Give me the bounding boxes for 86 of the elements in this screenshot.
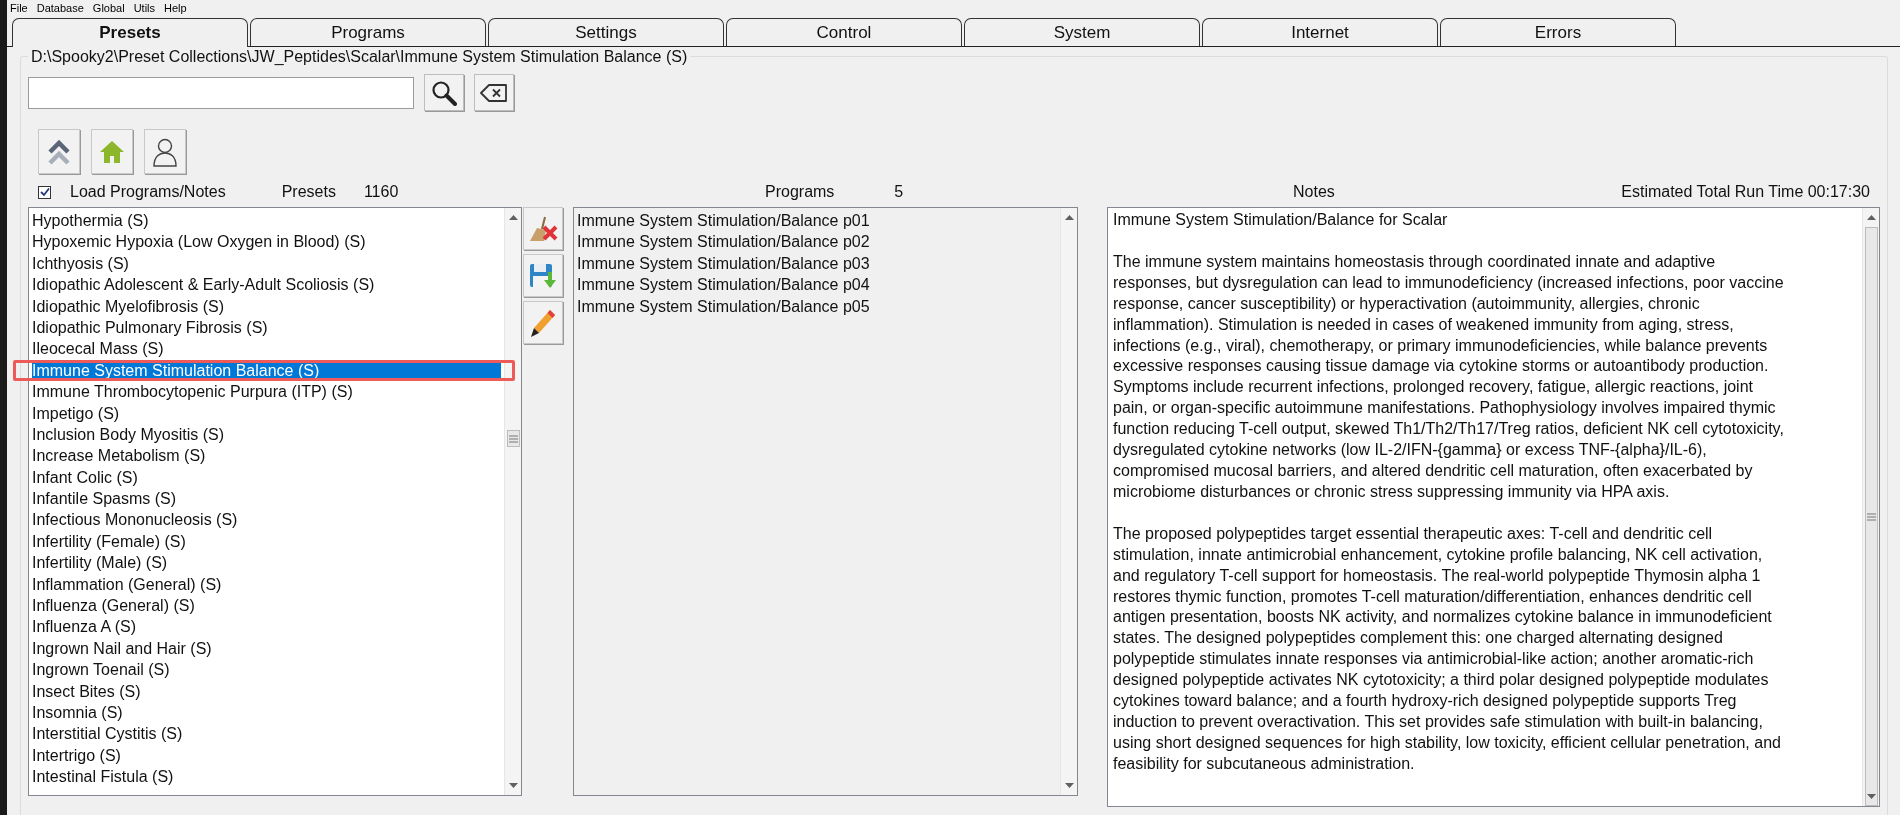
home-button[interactable] bbox=[91, 129, 133, 174]
scroll-thumb[interactable] bbox=[1864, 227, 1878, 806]
preset-item[interactable]: Impetigo (S) bbox=[32, 402, 501, 424]
program-item[interactable]: Immune System Stimulation/Balance p04 bbox=[577, 274, 1057, 296]
notes-paragraph: The proposed polypeptides target essential therapeutic axes: T-cell and dendritic cell stimulation, innate antimicrobial enhancement, cytokine profile balancing, NK cell activation, and regulatory T-cell support for homeostasis. The real-world polypeptide Thymosin alpha 1 restores thymic function, promotes T-cell maturation/differentiation, enhances dendritic cell antigen presentation, boosts NK activity, and normalizes cytokine balance in immunodeficient states. The designed polypeptides complement this: one charged alternating designed polypeptide stimulates innate responses via antimicrobial-like action; another aromatic-rich designed polypeptide activates NK cytotoxicity; a third polar designed polypeptide modulates cytokines toward balance; and a fourth hydroxy-rich designed polypeptide supports Treg induction to prevent overactivation. This set provides safe stimulation with built-in balancing, using short designed sequences for high stability, low toxicity, efficient cellular penetration, and feasibility for subcutaneous administration. bbox=[1113, 523, 1782, 774]
scroll-down-icon bbox=[1064, 783, 1074, 789]
preset-item[interactable]: Hypoxemic Hypoxia (Low Oxygen in Blood) (S) bbox=[32, 231, 501, 253]
floppy-arrow-icon bbox=[529, 261, 557, 290]
notes-paragraph: Immune System Stimulation/Balance for Scalar bbox=[1113, 210, 1449, 230]
notes-label: Notes bbox=[1293, 183, 1335, 201]
scroll-up-icon bbox=[1064, 214, 1074, 220]
preset-item[interactable]: Infertility (Female) (S) bbox=[32, 530, 501, 553]
tab[interactable]: Errors bbox=[1440, 18, 1676, 46]
preset-item[interactable]: Idiopathic Adolescent & Early-Adult Scoliosis (S) bbox=[32, 274, 501, 296]
menu-item[interactable]: Help bbox=[164, 1, 187, 14]
scrollbar[interactable] bbox=[1060, 208, 1077, 795]
tab[interactable]: System bbox=[964, 18, 1200, 46]
programs-label: Programs bbox=[765, 183, 835, 201]
scroll-down-icon bbox=[508, 783, 518, 789]
search-field[interactable] bbox=[28, 76, 414, 109]
person-icon bbox=[152, 136, 178, 167]
user-button[interactable] bbox=[144, 129, 186, 174]
notes-paragraph: The immune system maintains homeostasis through coordinated innate and adaptive responses, but dysregulation can lead to immunodeficiency (increased infections, poor vaccine response, cancer susceptibility) or hyperactivation (autoimmunity, allergies, chronic inflammation). Stimulation is needed in cases of weakened immunity from aging, stress, infections (e.g., viral), chemotherapy, or primary immunodeficiencies, while balance prevents excessive responses causing tissue damage via cytokine storms or autoantibody production. Symptoms include recurrent infections, prolonged recovery, fatigue, allergic reactions, joint pain, or organ-specific autoimmune manifestations. Pathophysiology involves impaired thymic function reducing T-cell output, skewed Th1/Th2/Th17/Treg ratios, deficient NK cell cytotoxicity, dysregulated cytokine networks (low IL-2/IFN-{gamma} or excess TNF-{alpha}/IL-6), compromised mucosal barriers, and altered dendritic cell maturation, often exacerbated by microbiome disturbances or chronic stress suppressing immunity via HPA axis. bbox=[1113, 251, 1785, 502]
menu-item[interactable]: Utils bbox=[133, 1, 155, 14]
preset-item[interactable]: Infantile Spasms (S) bbox=[32, 488, 501, 510]
preset-item[interactable]: Infant Colic (S) bbox=[32, 466, 501, 489]
presets-label: Presets bbox=[281, 183, 336, 201]
tab[interactable]: Internet bbox=[1202, 18, 1438, 46]
preset-item[interactable]: Ileocecal Mass (S) bbox=[32, 338, 501, 360]
checkbox-label: Load Programs/Notes bbox=[70, 183, 226, 201]
preset-item[interactable]: Influenza A (S) bbox=[32, 616, 501, 638]
search-icon bbox=[431, 79, 457, 106]
preset-item[interactable]: Immune Thrombocytopenic Purpura (ITP) (S) bbox=[32, 381, 501, 403]
preset-item[interactable]: Idiopathic Myelofibrosis (S) bbox=[32, 295, 501, 317]
preset-item[interactable]: Increase Metabolism (S) bbox=[32, 445, 501, 467]
scroll-up-icon bbox=[1866, 214, 1876, 220]
preset-item[interactable]: Insect Bites (S) bbox=[32, 680, 501, 702]
tab[interactable]: Settings bbox=[488, 18, 724, 46]
run-time: Estimated Total Run Time 00:17:30 bbox=[1621, 183, 1870, 201]
home-icon bbox=[99, 139, 125, 164]
search-button[interactable] bbox=[424, 74, 464, 111]
grip-icon bbox=[508, 434, 518, 443]
preset-item[interactable]: Inflammation (General) (S) bbox=[32, 573, 501, 596]
preset-item[interactable]: Hypothermia (S) bbox=[32, 210, 501, 232]
edit-button[interactable] bbox=[523, 301, 563, 344]
clear-list-button[interactable] bbox=[523, 207, 563, 250]
program-item[interactable]: Immune System Stimulation/Balance p05 bbox=[577, 295, 1057, 317]
tab[interactable]: Programs bbox=[250, 18, 486, 46]
tab[interactable]: Control bbox=[726, 18, 962, 46]
preset-item[interactable]: Interstitial Cystitis (S) bbox=[32, 723, 501, 745]
program-item[interactable]: Immune System Stimulation/Balance p03 bbox=[577, 252, 1057, 275]
preset-item[interactable]: Intertrigo (S) bbox=[32, 744, 501, 767]
preset-item[interactable]: Intestinal Fistula (S) bbox=[32, 766, 501, 788]
scrollbar[interactable] bbox=[504, 208, 521, 795]
preset-item[interactable]: Ichthyosis (S) bbox=[32, 252, 501, 275]
preset-item[interactable]: Ingrown Nail and Hair (S) bbox=[32, 637, 501, 660]
preset-item[interactable]: Insomnia (S) bbox=[32, 702, 501, 724]
menu-item[interactable]: Global bbox=[92, 1, 125, 14]
scroll-thumb[interactable] bbox=[506, 430, 520, 447]
broom-icon bbox=[528, 214, 558, 243]
menu-item[interactable]: Database bbox=[36, 1, 84, 14]
program-item[interactable]: Immune System Stimulation/Balance p01 bbox=[577, 210, 1057, 232]
menu-item[interactable]: File bbox=[10, 1, 28, 14]
preset-item[interactable]: Influenza (General) (S) bbox=[32, 595, 501, 617]
preset-item[interactable]: Infertility (Male) (S) bbox=[32, 552, 501, 574]
scroll-down-icon bbox=[1866, 794, 1876, 800]
program-item[interactable]: Immune System Stimulation/Balance p02 bbox=[577, 231, 1057, 253]
pencil-icon bbox=[530, 307, 556, 338]
preset-item[interactable]: Inclusion Body Myositis (S) bbox=[32, 423, 501, 446]
check-icon bbox=[39, 187, 50, 197]
presets-count: 1160 bbox=[363, 183, 399, 201]
programs-count: 5 bbox=[894, 183, 904, 201]
double-chevron-up-icon bbox=[47, 137, 71, 166]
scroll-up-icon bbox=[508, 214, 518, 220]
preset-item[interactable]: Ingrown Toenail (S) bbox=[32, 659, 501, 681]
preset-item[interactable]: Idiopathic Pulmonary Fibrosis (S) bbox=[32, 316, 501, 339]
tab[interactable]: Presets bbox=[12, 18, 248, 47]
clear-button[interactable] bbox=[474, 74, 514, 111]
backspace-icon bbox=[480, 82, 508, 103]
scrollbar[interactable] bbox=[1862, 208, 1879, 806]
path-label: D:\Spooky2\Preset Collections\JW_Peptides\Scalar\Immune System Stimulation Balance (S) bbox=[28, 47, 691, 66]
preset-item[interactable]: Infectious Mononucleosis (S) bbox=[32, 509, 501, 531]
checkbox[interactable] bbox=[38, 185, 51, 199]
grip-icon bbox=[1866, 512, 1876, 521]
save-button[interactable] bbox=[523, 254, 563, 297]
up-button[interactable] bbox=[38, 129, 80, 174]
